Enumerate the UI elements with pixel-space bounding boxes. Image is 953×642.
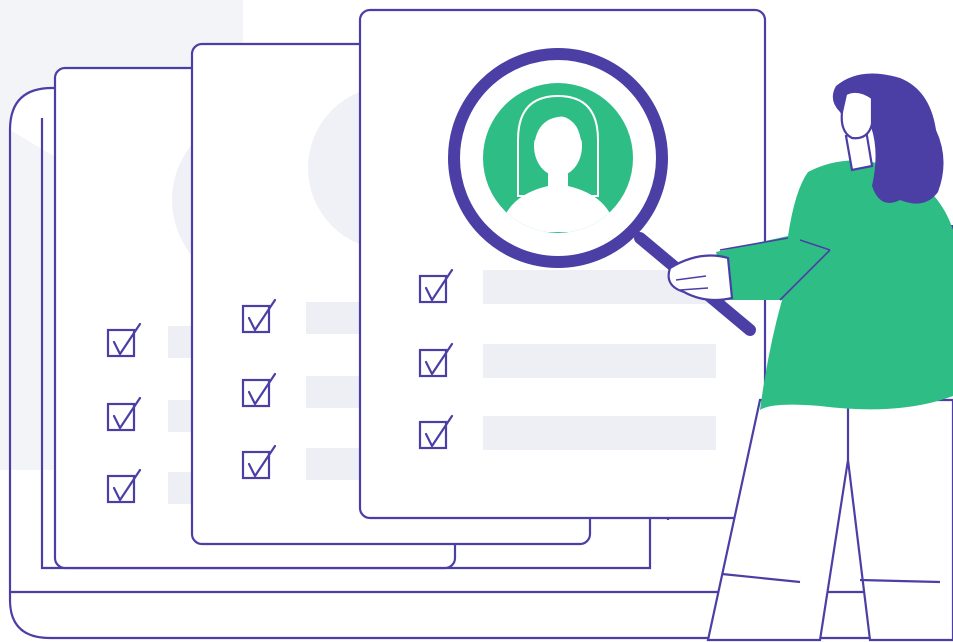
checklist-line [483,416,716,450]
checklist-line [483,344,716,378]
resume-screening-illustration [0,0,953,642]
profile-avatar-icon [483,83,633,233]
